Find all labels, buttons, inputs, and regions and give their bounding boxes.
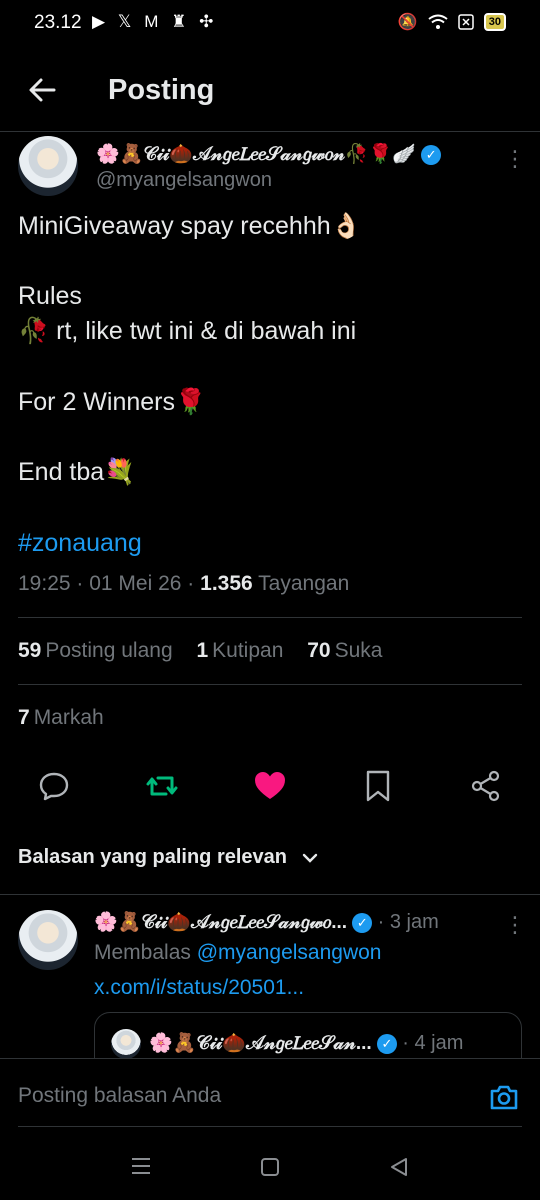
verified-badge-icon: ✓ — [352, 912, 373, 933]
bookmarks-stat[interactable]: 7 Markah — [18, 706, 104, 730]
quotes-stat[interactable]: 1 Kutipan — [196, 639, 283, 662]
back-nav-icon[interactable] — [388, 1156, 410, 1178]
reply-input[interactable]: Posting balasan Anda — [18, 1084, 221, 1108]
tweet-date: 01 Mei 26 — [89, 572, 182, 595]
tweet-line-3: 🥀 rt, like twt ini & di bawah ini — [18, 317, 357, 345]
reply-sort-dropdown[interactable]: Balasan yang paling relevan — [18, 846, 319, 869]
battery-icon: 30 — [483, 13, 506, 31]
page-title: Posting — [108, 74, 215, 106]
sort-divider — [0, 894, 540, 895]
bookmark-icon[interactable] — [360, 768, 396, 804]
system-nav-bar — [0, 1130, 540, 1200]
hashtag-link[interactable]: #zonauang — [18, 529, 142, 558]
system-icons: 🔕 30 — [398, 12, 506, 32]
views-label: Tayangan — [258, 572, 350, 595]
mention-link[interactable]: @myangelsangwon — [197, 941, 382, 964]
mute-icon: 🔕 — [397, 14, 418, 31]
tweet-line-4: For 2 Winners🌹 — [18, 388, 207, 416]
replying-to-text: Membalas @myangelsangwon — [94, 941, 382, 964]
author-avatar[interactable] — [18, 136, 78, 196]
status-time: 23.12 — [34, 12, 82, 33]
wifi-icon — [428, 14, 448, 29]
tweet-line-5: End tba💐 — [18, 458, 136, 486]
share-icon[interactable] — [468, 768, 504, 804]
repost-icon[interactable] — [144, 768, 180, 804]
author-display-name[interactable]: 🌸🧸𝒞𝒾𝒾🌰𝒜𝓃𝑔𝑒𝐿𝑒𝑒𝒮𝒶𝓃𝑔𝓌𝑜𝓃🥀🌹🪽 ✓ — [96, 142, 442, 166]
author-handle[interactable]: @myangelsangwon — [96, 169, 272, 192]
header-divider — [0, 131, 540, 132]
notification-icons: ▶ 𝕏 M ♜ ✣ — [92, 12, 218, 31]
camera-icon[interactable] — [488, 1081, 520, 1113]
back-arrow-icon[interactable] — [24, 72, 60, 108]
tweet-line-2: Rules — [18, 282, 82, 310]
more-options-icon[interactable]: ⋮ — [504, 146, 526, 172]
reply-author-name[interactable]: 🌸🧸𝒞𝒾𝒾🌰𝒜𝓃𝑔𝑒𝐿𝑒𝑒𝒮𝒶𝓃𝑔𝓌𝑜... ✓ · 3 jam — [94, 910, 439, 934]
tweet-time: 19:25 — [18, 572, 71, 595]
chevron-down-icon — [302, 853, 317, 863]
like-icon[interactable] — [252, 768, 288, 804]
reply-icon[interactable] — [36, 768, 72, 804]
sim-off-icon — [458, 14, 474, 30]
home-icon[interactable] — [259, 1156, 281, 1178]
quote-avatar — [111, 1029, 141, 1059]
status-bar: 23.12 ▶ 𝕏 M ♜ ✣ 🔕 30 — [0, 0, 540, 48]
reply-more-options-icon[interactable]: ⋮ — [504, 912, 526, 938]
likes-stat[interactable]: 70 Suka — [307, 639, 382, 662]
quote-author-name: 🌸🧸𝒞𝒾𝒾🌰𝒜𝓃𝑔𝑒𝐿𝑒𝑒𝒮𝒶𝓃... ✓ · 4 jam — [149, 1032, 464, 1054]
reply-time: · 3 jam — [377, 911, 439, 933]
reposts-stat[interactable]: 59 Posting ulang — [18, 639, 173, 662]
views-count: 1.356 — [200, 572, 253, 595]
composer-divider — [18, 1126, 522, 1127]
stats-divider — [18, 684, 522, 685]
status-link[interactable]: x.com/i/status/20501... — [94, 976, 304, 1000]
reply-avatar[interactable] — [18, 910, 78, 970]
verified-badge-icon: ✓ — [376, 1033, 397, 1054]
meta-divider — [18, 617, 522, 618]
verified-badge-icon: ✓ — [421, 144, 442, 165]
tweet-meta: 19:25 · 01 Mei 26 · 1.356 Tayangan — [18, 572, 350, 595]
recents-icon[interactable] — [130, 1156, 152, 1176]
tweet-line-1: MiniGiveaway spay recehhh👌🏻 — [18, 212, 362, 240]
engagement-stats: 59 Posting ulang 1 Kutipan 70 Suka — [18, 639, 382, 663]
